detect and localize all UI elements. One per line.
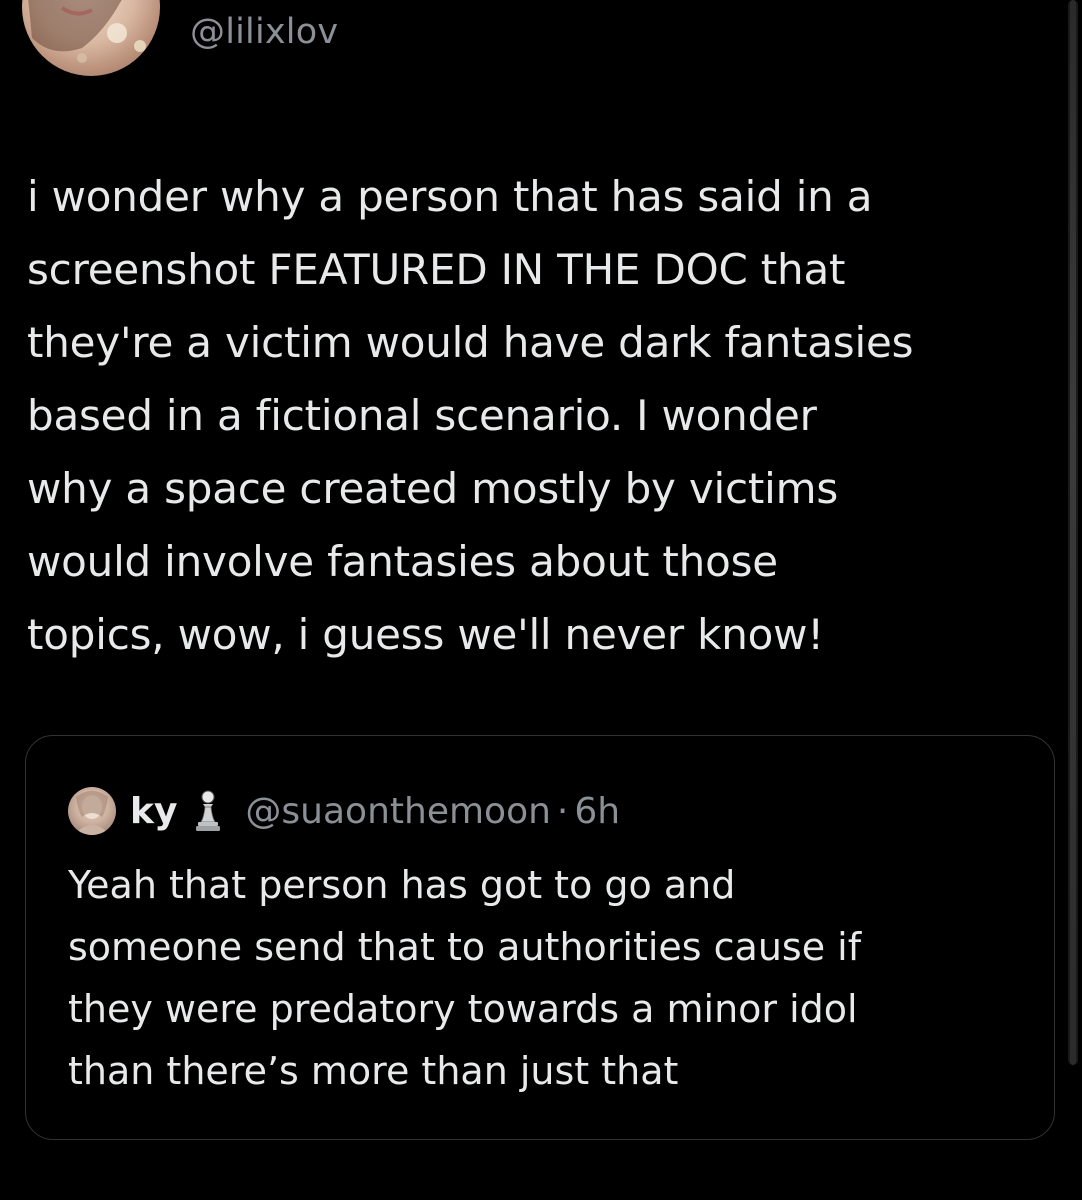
quoted-text-line: they were predatory towards a minor idol — [68, 987, 858, 1031]
avatar-image — [28, 0, 146, 63]
quoted-text-line: than there’s more than just that — [68, 1049, 679, 1093]
author-avatar[interactable] — [22, 0, 160, 76]
tweet-text-line: would involve fantasies about those — [27, 537, 778, 586]
tweet-text-line: based in a fictional scenario. I wonder — [27, 391, 817, 440]
scrollbar-thumb[interactable] — [1070, 0, 1076, 1065]
quoted-tweet-card[interactable]: ky @suaonthemoon · 6h Yeah that person h… — [25, 735, 1055, 1140]
quoted-handle[interactable]: @suaonthemoon — [245, 791, 551, 832]
scrollbar[interactable] — [1068, 0, 1078, 1065]
separator-dot: · — [556, 790, 569, 832]
quoted-tweet-header: ky @suaonthemoon · 6h — [68, 787, 620, 835]
quoted-display-name[interactable]: ky — [130, 791, 177, 832]
tweet-text-line: why a space created mostly by victims — [27, 464, 839, 513]
quoted-tweet-text: Yeah that person has got to go and someo… — [68, 854, 1028, 1102]
tweet-text-line: topics, wow, i guess we'll never know! — [27, 610, 824, 659]
tweet-text-line: they're a victim would have dark fantasi… — [27, 318, 914, 367]
tweet-text-line: screenshot FEATURED IN THE DOC that — [27, 245, 846, 294]
author-handle[interactable]: @lilixlov — [190, 12, 338, 52]
quoted-timestamp[interactable]: 6h — [574, 791, 620, 832]
quoted-avatar-image — [74, 791, 110, 835]
tweet-text-line: i wonder why a person that has said in a — [27, 172, 873, 221]
tweet-text: i wonder why a person that has said in a… — [27, 160, 1067, 671]
quoted-author-avatar[interactable] — [68, 787, 116, 835]
chess-pawn-icon — [196, 790, 221, 831]
quoted-text-line: someone send that to authorities cause i… — [68, 925, 862, 969]
quoted-text-line: Yeah that person has got to go and — [68, 863, 736, 907]
